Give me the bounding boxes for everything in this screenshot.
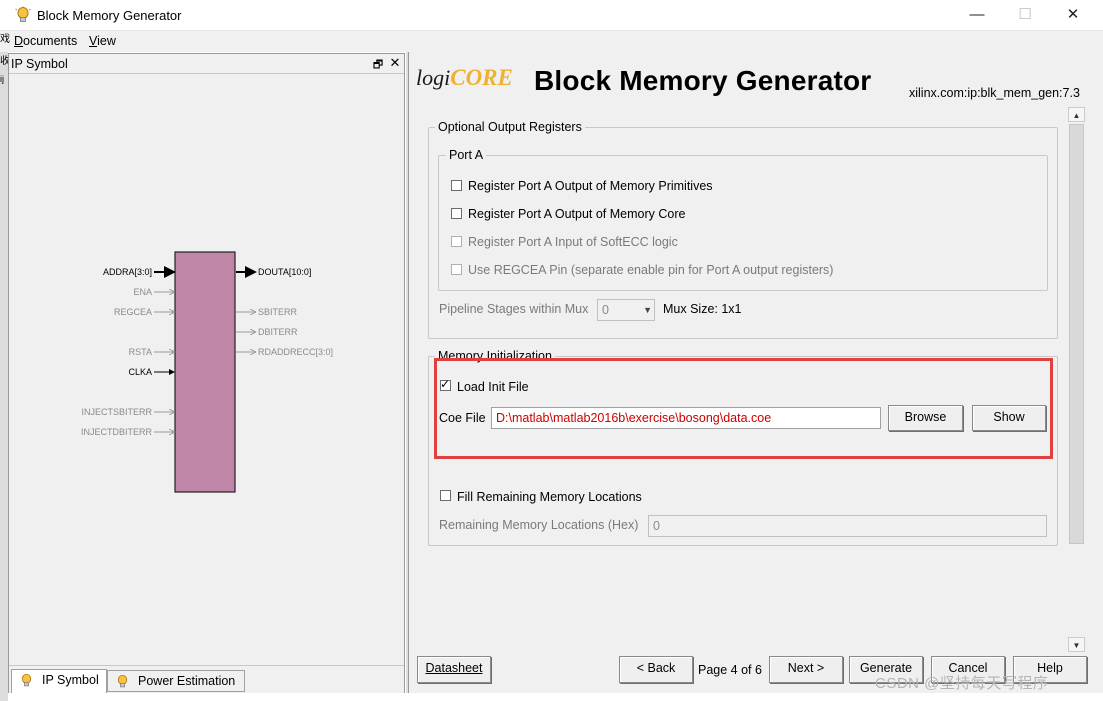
checkbox-label: Register Port A Output of Memory Primiti… <box>468 179 713 193</box>
tab-label: Power Estimation <box>138 674 236 688</box>
title-bar: Block Memory Generator — ☐ ✕ <box>0 0 1103 31</box>
vertical-scrollbar[interactable]: ▲ ▼ <box>1068 107 1085 652</box>
pin-label: ADDRA[3:0] <box>103 267 152 277</box>
remaining-locations-input[interactable]: 0 <box>648 515 1047 537</box>
menu-documents[interactable]: Documents <box>14 34 77 48</box>
tab-power-estimation[interactable]: Power Estimation <box>107 670 245 692</box>
page-title: Block Memory Generator <box>534 65 872 96</box>
window-title: Block Memory Generator <box>37 8 182 23</box>
strip-char: 戏 <box>0 34 10 45</box>
configuration-panel: logiCORE Block Memory Generator xilinx.c… <box>408 52 1103 693</box>
page-indicator: Page 4 of 6 <box>698 663 762 677</box>
close-button[interactable]: ✕ <box>1050 0 1096 31</box>
fill-remaining-checkbox[interactable] <box>440 490 451 501</box>
tab-ip-symbol[interactable]: IP Symbol <box>11 669 107 693</box>
chevron-down-icon: ▼ <box>643 305 652 315</box>
ip-panel-tabs: IP Symbol Power Estimation <box>9 665 404 693</box>
bulb-icon <box>21 673 32 687</box>
pipeline-stages-label: Pipeline Stages within Mux <box>439 302 589 316</box>
next-button[interactable]: Next > <box>769 656 843 683</box>
pin-label: REGCEA <box>114 307 152 317</box>
pin-label: ENA <box>133 287 152 297</box>
checkbox-label: Register Port A Output of Memory Core <box>468 207 686 221</box>
register-core-checkbox[interactable] <box>451 208 462 219</box>
strip-char: ij <box>0 74 4 84</box>
register-primitives-checkbox[interactable] <box>451 180 462 191</box>
ip-panel-title: IP Symbol <box>11 57 68 71</box>
group-legend: Port A <box>446 148 487 162</box>
pipeline-stages-select[interactable]: 0 ▼ <box>597 299 655 321</box>
pin-label: DOUTA[10:0] <box>258 267 311 277</box>
memory-block <box>174 251 236 493</box>
ip-symbol-panel: IP Symbol 🗗 ✕ ADDRA[3:0] ENA REGCEA RSTA CLK… <box>8 53 405 693</box>
bulb-icon <box>15 6 31 22</box>
logicore-logo: logiCORE <box>416 65 513 90</box>
core-identifier: xilinx.com:ip:blk_mem_gen:7.3 <box>909 86 1080 100</box>
bulb-icon <box>117 674 128 688</box>
pin-label: CLKA <box>128 367 152 377</box>
pin-label: RSTA <box>129 347 152 357</box>
highlight-box <box>434 358 1053 459</box>
checkbox-label: Fill Remaining Memory Locations <box>457 490 642 504</box>
pin-label: INJECTSBITERR <box>81 407 152 417</box>
remaining-locations-label: Remaining Memory Locations (Hex) <box>439 518 639 532</box>
pin-label: SBITERR <box>258 307 298 317</box>
ip-symbol-canvas: ADDRA[3:0] ENA REGCEA RSTA CLKA INJECTSBITERR… <box>9 75 404 663</box>
register-softecc-checkbox[interactable] <box>451 236 462 247</box>
scroll-up-icon[interactable]: ▲ <box>1068 107 1085 122</box>
tab-label: IP Symbol <box>42 673 99 687</box>
group-legend: Optional Output Registers <box>435 120 585 134</box>
use-regcea-checkbox[interactable] <box>451 264 462 275</box>
ip-symbol-diagram: ADDRA[3:0] ENA REGCEA RSTA CLKA INJECTSBITERR… <box>81 251 333 493</box>
watermark: CSDN @坚持每天写程序 <box>875 675 1049 692</box>
menu-view[interactable]: View <box>89 34 116 48</box>
pin-label: DBITERR <box>258 327 298 337</box>
pin-label: RDADDRECC[3:0] <box>258 347 333 357</box>
scroll-thumb[interactable] <box>1069 124 1084 544</box>
menu-bar: Documents View <box>0 31 1103 52</box>
restore-icon[interactable]: 🗗 <box>371 56 385 71</box>
mux-size-label: Mux Size: 1x1 <box>663 302 742 316</box>
checkbox-label: Use REGCEA Pin (separate enable pin for … <box>468 263 834 277</box>
close-icon[interactable]: ✕ <box>388 55 402 70</box>
datasheet-button[interactable]: Datasheet <box>417 656 491 683</box>
back-button[interactable]: < Back <box>619 656 693 683</box>
background-window-strip: 戏 收 ij <box>0 34 10 701</box>
maximize-button[interactable]: ☐ <box>1002 0 1048 31</box>
checkbox-label: Register Port A Input of SoftECC logic <box>468 235 678 249</box>
pin-label: INJECTDBITERR <box>81 427 153 437</box>
ip-panel-header: IP Symbol 🗗 ✕ <box>9 54 404 74</box>
scroll-down-icon[interactable]: ▼ <box>1068 637 1085 652</box>
minimize-button[interactable]: — <box>954 0 1000 31</box>
